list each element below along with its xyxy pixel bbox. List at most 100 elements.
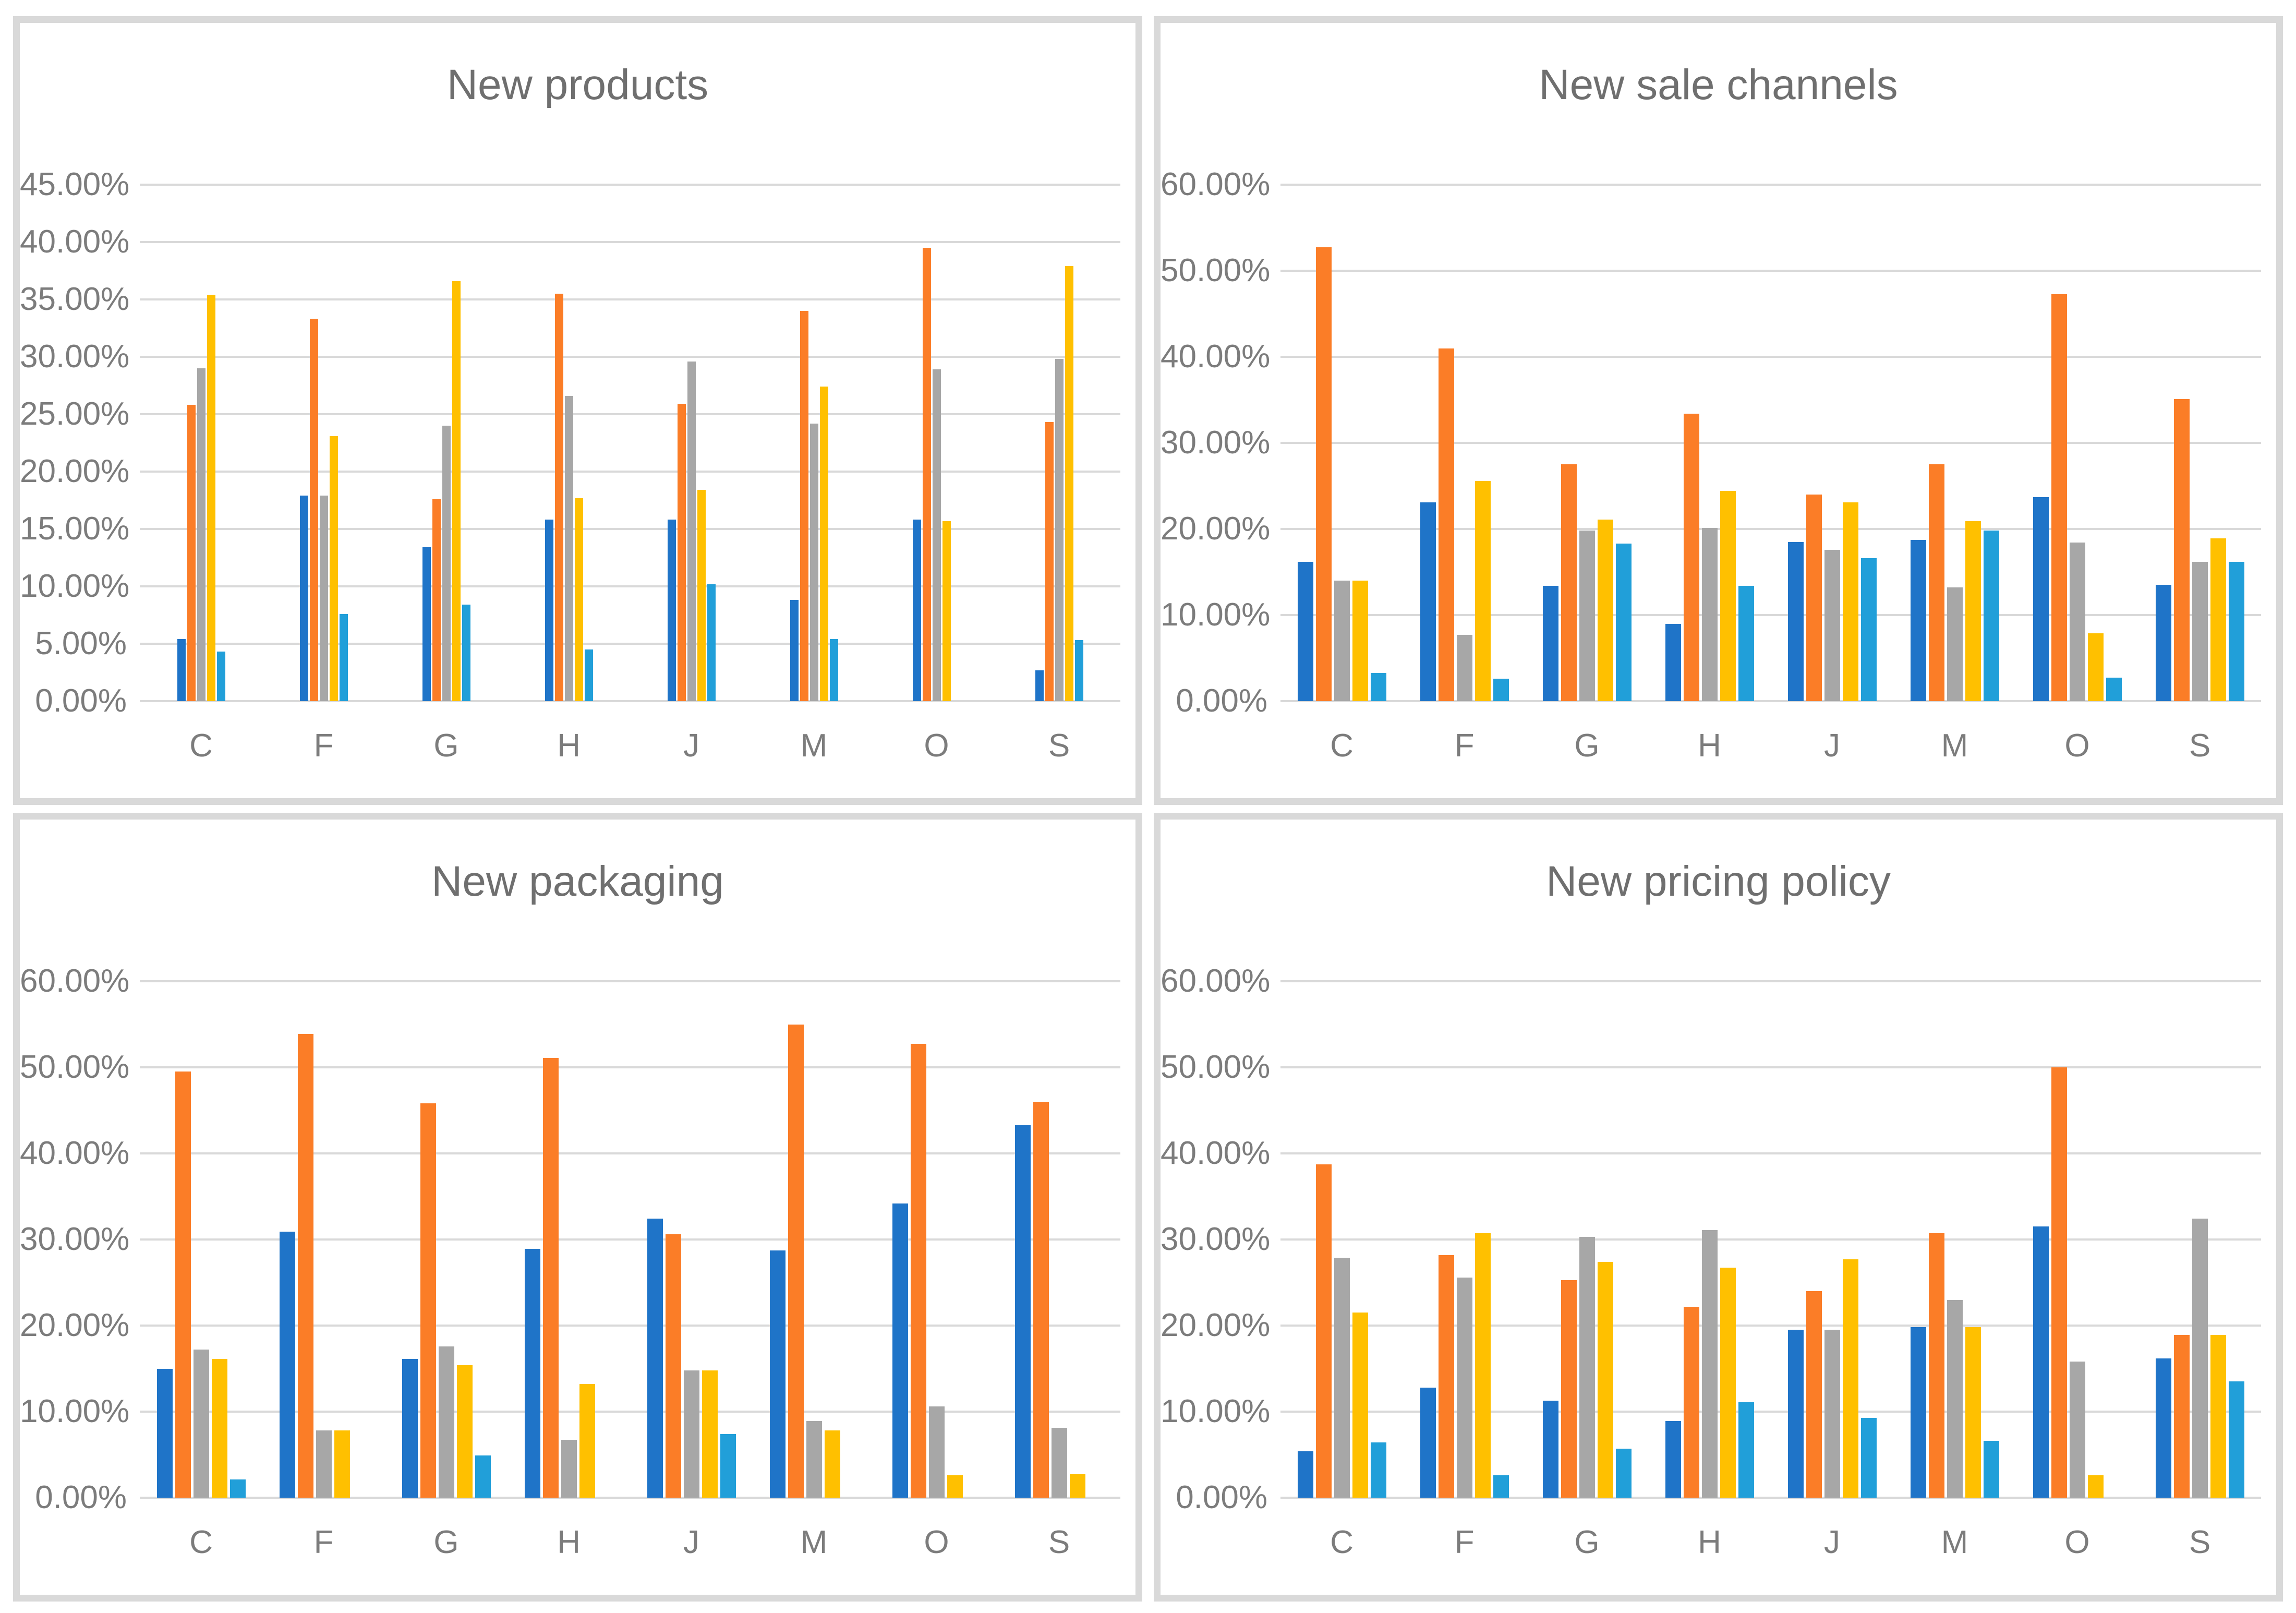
bar-series-5-light-blue-O xyxy=(2106,678,2122,701)
screenshot-canvas: { "page": { "background": "#ffffff", "pa… xyxy=(0,0,2296,1613)
bar-series-5-light-blue-J xyxy=(720,1434,736,1498)
y-tick-label: 50.00% xyxy=(1161,1051,1267,1084)
x-axis-line xyxy=(140,700,1120,702)
gridline xyxy=(140,298,1120,300)
y-tick-label: 10.00% xyxy=(20,1395,127,1428)
y-tick-label: 45.00% xyxy=(20,168,127,201)
y-tick-label: 60.00% xyxy=(1161,168,1267,201)
bar-series-5-light-blue-M xyxy=(1984,531,1999,701)
bar-series-2-orange-C xyxy=(1316,1164,1332,1498)
bar-series-2-orange-J xyxy=(1806,495,1822,701)
bar-series-3-gray-O xyxy=(2070,1362,2085,1498)
bar-series-3-gray-S xyxy=(2192,562,2208,701)
bar-series-2-orange-M xyxy=(800,311,808,701)
x-category-label: S xyxy=(998,1526,1120,1559)
x-category-label: J xyxy=(630,730,753,762)
bar-series-2-orange-C xyxy=(187,405,196,701)
bar-series-2-orange-S xyxy=(1045,422,1054,701)
bar-series-4-yellow-C xyxy=(1352,1313,1368,1498)
x-category-label: F xyxy=(262,1526,385,1559)
x-category-label: S xyxy=(2138,1526,2261,1559)
gridline xyxy=(140,356,1120,358)
gridline xyxy=(140,980,1120,982)
x-category-label: G xyxy=(1526,1526,1648,1559)
bar-series-5-light-blue-H xyxy=(585,649,593,701)
bar-series-5-light-blue-F xyxy=(1493,1475,1509,1498)
bar-series-2-orange-H xyxy=(1684,414,1699,701)
x-category-label: M xyxy=(1893,1526,2016,1559)
bar-series-2-orange-F xyxy=(1439,1255,1454,1498)
y-tick-label: 60.00% xyxy=(20,965,127,997)
bar-series-1-blue-G xyxy=(1543,1401,1558,1498)
y-tick-label: 30.00% xyxy=(20,1223,127,1256)
bar-series-2-orange-O xyxy=(2051,1067,2067,1498)
bar-series-4-yellow-J xyxy=(702,1370,718,1498)
bar-series-1-blue-S xyxy=(1015,1125,1031,1498)
bar-series-1-blue-C xyxy=(1298,1451,1313,1498)
bar-series-1-blue-H xyxy=(1665,624,1681,702)
y-tick-label: 20.00% xyxy=(1161,513,1267,545)
bar-series-3-gray-C xyxy=(1334,1258,1350,1498)
bar-series-3-gray-O xyxy=(929,1406,945,1498)
x-category-label: C xyxy=(140,1526,262,1559)
bar-series-3-gray-G xyxy=(1579,531,1595,701)
bar-series-4-yellow-H xyxy=(1720,1268,1736,1498)
x-category-label: O xyxy=(875,730,998,762)
bar-series-5-light-blue-S xyxy=(2229,1381,2244,1498)
bar-series-2-orange-G xyxy=(1561,1280,1577,1498)
bar-series-4-yellow-G xyxy=(1598,1262,1613,1498)
x-category-label: O xyxy=(2016,730,2138,762)
bar-series-2-orange-O xyxy=(2051,294,2067,701)
bar-series-5-light-blue-C xyxy=(1371,673,1386,701)
bar-series-5-light-blue-J xyxy=(1861,558,1877,701)
bar-series-2-orange-F xyxy=(1439,348,1454,702)
bar-series-1-blue-J xyxy=(1788,542,1804,701)
bar-series-4-yellow-G xyxy=(457,1365,473,1498)
y-tick-label: 0.00% xyxy=(20,685,127,717)
chart-panel-new-sale-channels: New sale channels 0.00%10.00%20.00%30.00… xyxy=(1154,16,2283,805)
bar-series-3-gray-S xyxy=(2192,1219,2208,1498)
x-category-label: M xyxy=(753,730,875,762)
bar-series-4-yellow-S xyxy=(2210,538,2226,701)
bar-series-5-light-blue-S xyxy=(1075,640,1083,701)
bar-series-1-blue-J xyxy=(647,1219,663,1498)
gridline xyxy=(140,413,1120,415)
bar-series-3-gray-G xyxy=(439,1346,454,1498)
bar-series-5-light-blue-F xyxy=(1493,679,1509,701)
x-category-label: H xyxy=(1648,730,1771,762)
y-tick-label: 30.00% xyxy=(1161,427,1267,459)
bar-series-1-blue-M xyxy=(1911,540,1926,701)
y-tick-label: 10.00% xyxy=(20,570,127,603)
bar-series-2-orange-G xyxy=(432,499,441,701)
gridline xyxy=(140,585,1120,587)
x-category-label: F xyxy=(1403,1526,1526,1559)
y-tick-label: 10.00% xyxy=(1161,599,1267,631)
y-tick-label: 35.00% xyxy=(20,283,127,316)
gridline xyxy=(1280,1066,2261,1068)
bar-series-5-light-blue-G xyxy=(1616,1449,1632,1498)
bar-series-1-blue-G xyxy=(402,1359,418,1498)
bar-series-5-light-blue-H xyxy=(1738,586,1754,701)
bar-series-2-orange-S xyxy=(2174,399,2190,701)
chart-panel-new-products: New products 0.00%5.00%10.00%15.00%20.00… xyxy=(13,16,1142,805)
y-tick-label: 40.00% xyxy=(20,1137,127,1170)
bar-series-4-yellow-F xyxy=(1475,481,1491,701)
x-category-label: F xyxy=(262,730,385,762)
bar-series-4-yellow-J xyxy=(1843,1259,1858,1498)
bar-series-1-blue-J xyxy=(1788,1330,1804,1498)
bar-series-2-orange-F xyxy=(298,1034,313,1498)
x-category-label: S xyxy=(2138,730,2261,762)
bar-series-4-yellow-O xyxy=(2088,1475,2104,1498)
bar-series-3-gray-F xyxy=(316,1430,332,1498)
bar-series-3-gray-H xyxy=(561,1440,577,1498)
bar-series-2-orange-M xyxy=(1929,464,1944,701)
bar-series-4-yellow-H xyxy=(575,498,583,701)
y-tick-label: 30.00% xyxy=(20,341,127,373)
gridline xyxy=(140,643,1120,645)
bar-series-5-light-blue-C xyxy=(230,1479,246,1498)
bar-series-5-light-blue-F xyxy=(340,614,348,701)
bar-series-3-gray-F xyxy=(1457,1278,1472,1498)
x-category-label: J xyxy=(1771,730,1893,762)
x-category-label: M xyxy=(753,1526,875,1559)
y-tick-label: 10.00% xyxy=(1161,1395,1267,1428)
